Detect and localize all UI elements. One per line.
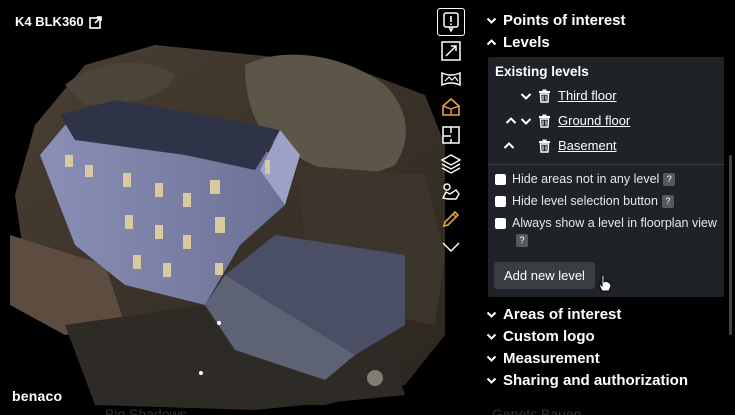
chevron-down-icon [520, 117, 531, 125]
trash-icon[interactable] [538, 114, 551, 128]
chevron-up-icon [486, 38, 497, 45]
option-label: Always show a level in floorplan view [512, 216, 717, 230]
collapse-toolbar-button[interactable] [437, 234, 465, 260]
level-row: Third floor [488, 83, 724, 108]
panorama-icon [441, 71, 461, 87]
help-badge[interactable]: ? [663, 173, 676, 186]
level-link-third-floor[interactable]: Third floor [558, 88, 617, 103]
checkbox-always-show-level[interactable] [495, 218, 506, 229]
viewer-toolbar [436, 8, 466, 260]
panorama-button[interactable] [437, 66, 465, 92]
layers-button[interactable] [437, 150, 465, 176]
settings-panel: Points of interest Levels Existing level… [476, 5, 734, 410]
point-cloud-scene[interactable] [5, 5, 470, 410]
section-label: Points of interest [503, 11, 626, 29]
add-new-level-label: Add new level [504, 268, 585, 283]
move-level-down-button[interactable] [519, 114, 532, 128]
help-icon [443, 12, 459, 33]
checkbox-hide-areas[interactable] [495, 174, 506, 185]
panel-scrollbar[interactable] [729, 155, 732, 335]
dollhouse-view-button[interactable] [437, 94, 465, 120]
section-areas-of-interest[interactable]: Areas of interest [476, 303, 734, 325]
chevron-down-icon [520, 92, 531, 100]
walkthrough-button[interactable] [437, 178, 465, 204]
add-new-level-button[interactable]: Add new level [494, 262, 612, 292]
chevron-up-icon [505, 116, 516, 124]
move-level-down-button[interactable] [519, 89, 532, 103]
option-label: Hide level selection button [512, 194, 658, 208]
brand-logo: benaco [12, 388, 63, 404]
section-custom-logo[interactable]: Custom logo [476, 325, 734, 347]
section-label: Areas of interest [503, 305, 622, 323]
trash-icon[interactable] [538, 139, 551, 153]
draw-button[interactable] [437, 206, 465, 232]
trash-icon[interactable] [538, 89, 551, 103]
move-level-up-button[interactable] [502, 139, 515, 153]
section-sharing-authorization[interactable]: Sharing and authorization [476, 369, 734, 391]
levels-box: Existing levels Third floor Ground floor… [488, 57, 724, 297]
walkthrough-icon [441, 183, 460, 200]
level-link-ground-floor[interactable]: Ground floor [558, 113, 630, 128]
option-label: Hide areas not in any level [512, 172, 660, 186]
point-cloud-viewer[interactable]: K4 BLK360 benaco [5, 5, 470, 410]
external-share-icon[interactable] [88, 15, 103, 29]
hand-cursor-icon [598, 274, 612, 292]
section-measurement[interactable]: Measurement [476, 347, 734, 369]
help-badge[interactable]: ? [516, 234, 528, 247]
model-title: K4 BLK360 [15, 14, 103, 29]
chevron-down-icon [486, 355, 497, 362]
section-points-of-interest[interactable]: Points of interest [476, 9, 734, 31]
help-badge[interactable]: ? [661, 195, 674, 208]
help-button[interactable] [437, 8, 465, 36]
app-window: K4 BLK360 benaco Points of interest Leve… [0, 0, 735, 415]
option-hide-level-selection: Hide level selection button? [488, 193, 724, 210]
floorplan-button[interactable] [437, 122, 465, 148]
chevron-down-icon [486, 17, 497, 24]
section-label: Measurement [503, 349, 600, 367]
fullscreen-button[interactable] [437, 38, 465, 64]
section-levels[interactable]: Levels [476, 31, 734, 53]
existing-levels-heading: Existing levels [495, 64, 589, 79]
house-3d-icon [442, 97, 460, 116]
option-always-show-level: Always show a level in floorplan view? [488, 215, 724, 249]
checkbox-hide-level-selection[interactable] [495, 196, 506, 207]
floorplan-icon [442, 126, 460, 144]
model-title-text: K4 BLK360 [15, 14, 84, 29]
move-level-up-button[interactable] [504, 114, 517, 128]
divider [488, 164, 724, 165]
pencil-icon [442, 210, 460, 228]
section-label: Custom logo [503, 327, 595, 345]
chevron-down-icon [486, 377, 497, 384]
level-row: Ground floor [488, 108, 724, 133]
level-link-basement[interactable]: Basement [558, 138, 617, 153]
chevron-down-icon [486, 311, 497, 318]
chevron-down-icon [442, 242, 460, 253]
chevron-down-icon [486, 333, 497, 340]
ghost-text-left: Big Shadows [105, 406, 187, 415]
chevron-up-icon [503, 141, 514, 149]
option-hide-areas: Hide areas not in any level? [488, 171, 724, 188]
layers-icon [440, 154, 462, 174]
fullscreen-icon [441, 41, 461, 61]
level-row: Basement [488, 133, 724, 158]
ghost-text-right: Genets Bauen [492, 406, 582, 415]
section-label: Sharing and authorization [503, 371, 689, 389]
section-label: Levels [503, 33, 550, 51]
